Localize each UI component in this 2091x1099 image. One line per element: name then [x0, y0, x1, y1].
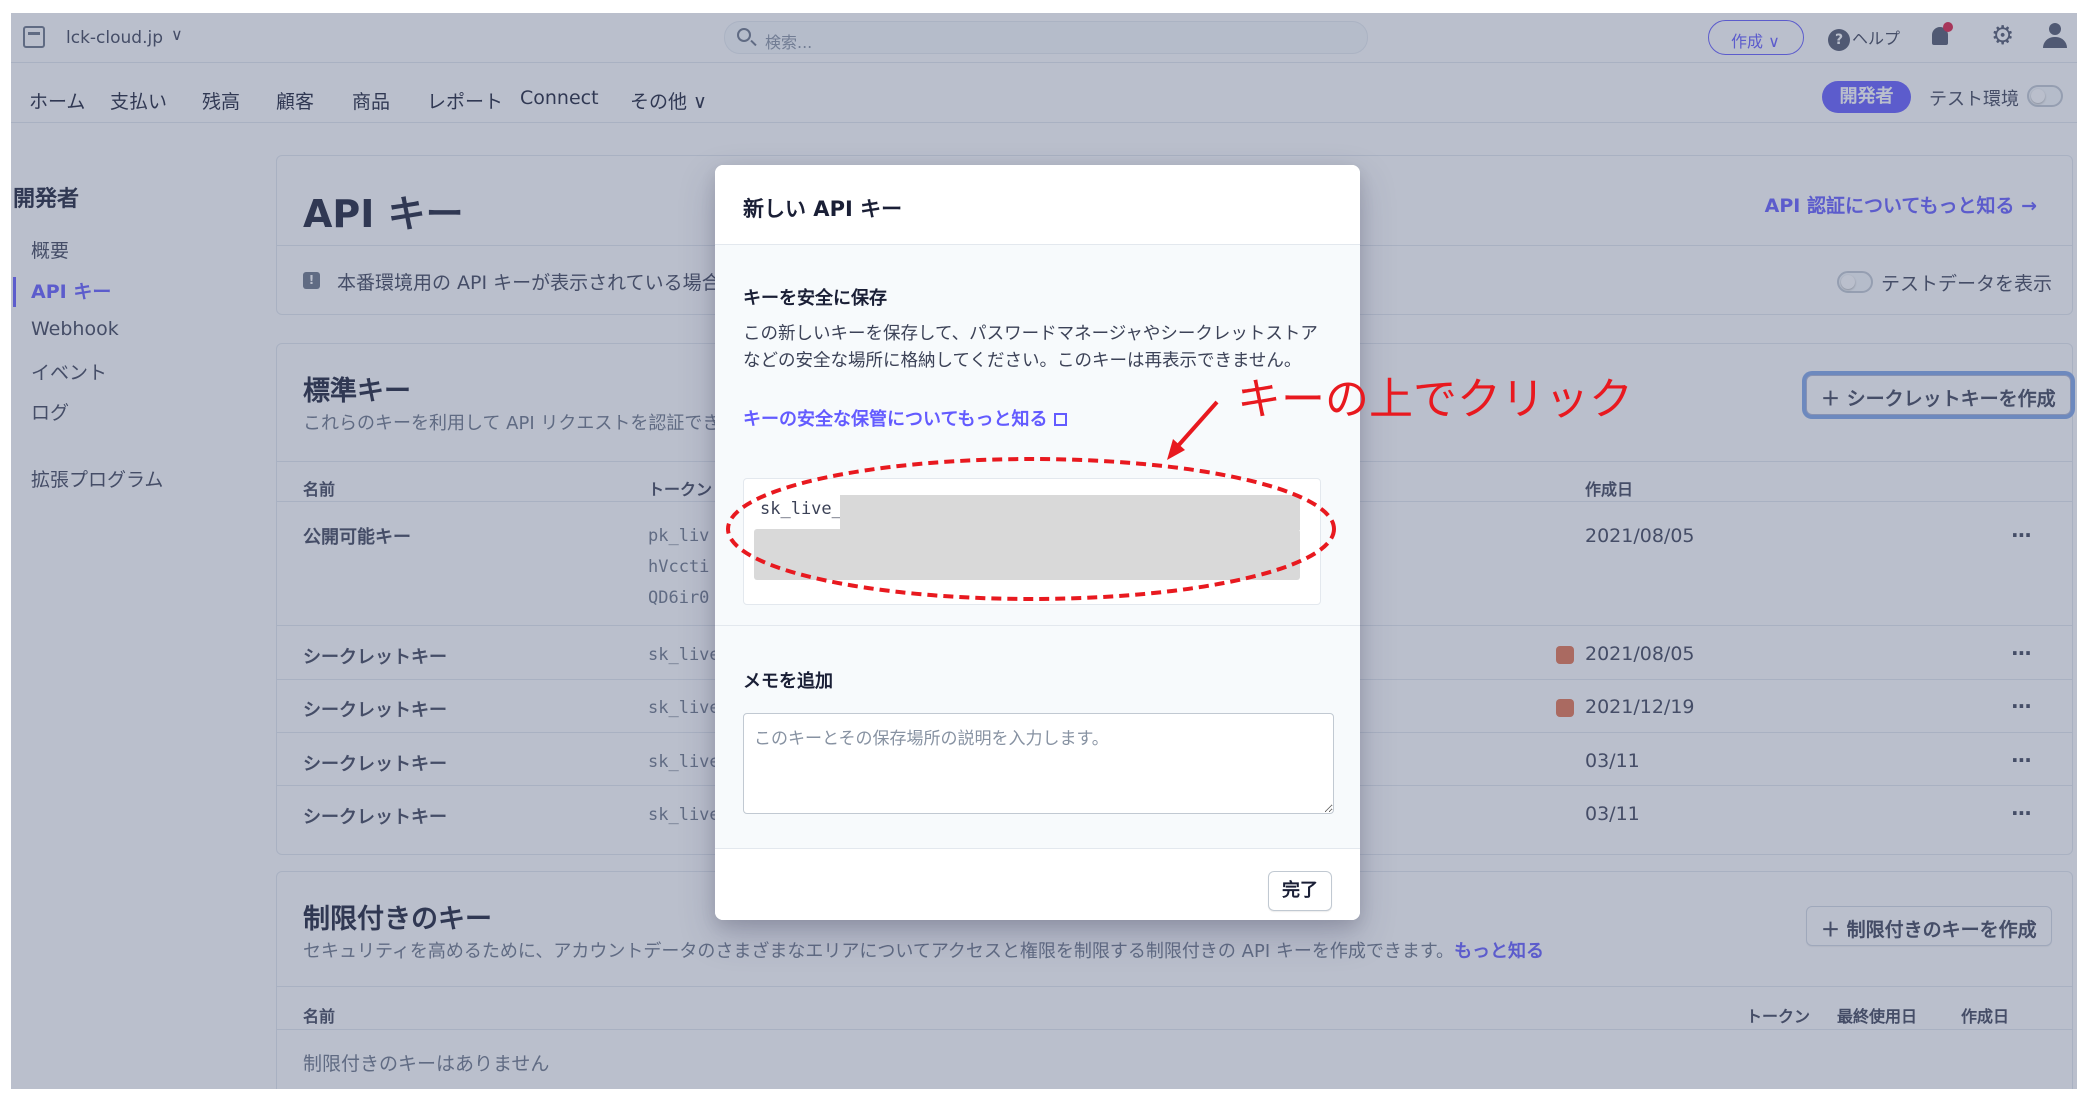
dialog-subtitle: キーを安全に保存: [743, 288, 887, 309]
memo-textarea[interactable]: [743, 713, 1334, 814]
done-button[interactable]: 完了: [1268, 871, 1332, 911]
dialog-header: 新しい API キー: [715, 165, 1360, 245]
app-window: lck-cloud.jp ∨ 検索... 作成 ∨ ? ヘルプ ⚙ ホーム 支払い…: [11, 13, 2077, 1089]
external-link-icon: [1053, 413, 1067, 426]
secret-key-value[interactable]: sk_live_: [760, 499, 842, 519]
redaction-mask: [840, 495, 1300, 530]
redaction-mask: [754, 529, 1300, 580]
memo-label: メモを追加: [743, 671, 833, 692]
secret-key-field[interactable]: sk_live_: [743, 478, 1321, 605]
annotation-label: キーの上でクリック: [1237, 374, 1633, 425]
divider: [715, 625, 1360, 626]
secure-storage-link-text: キーの安全な保管についてもっと知る: [743, 409, 1048, 430]
new-api-key-dialog: 新しい API キー キーを安全に保存 この新しいキーを保存して、パスワードマネ…: [715, 165, 1360, 920]
dialog-title: 新しい API キー: [743, 197, 903, 221]
secure-storage-link[interactable]: キーの安全な保管についてもっと知る: [743, 405, 1067, 431]
dialog-footer: 完了: [715, 848, 1360, 920]
